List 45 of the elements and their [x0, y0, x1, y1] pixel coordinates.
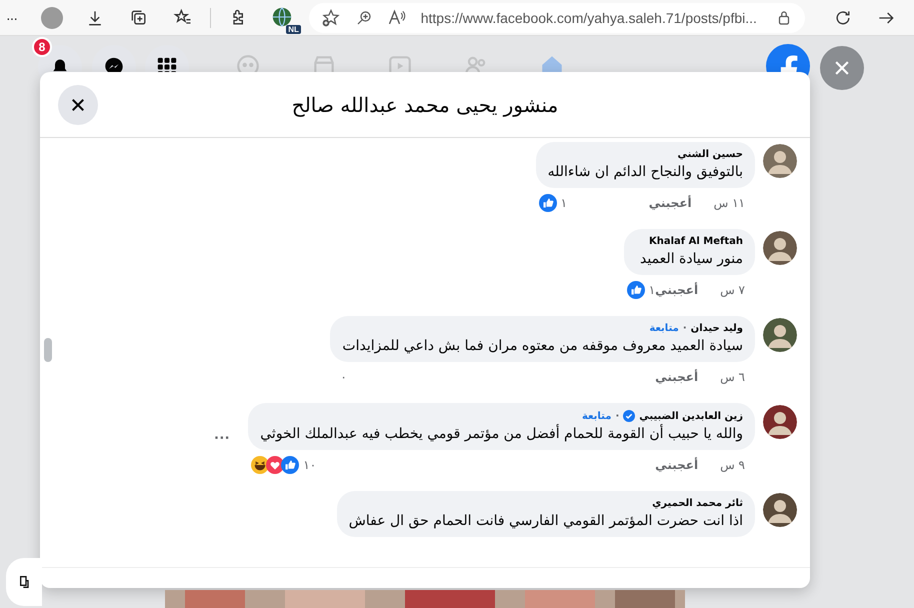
- more-options-button[interactable]: ···: [214, 430, 230, 448]
- commenter-name[interactable]: ثائر محمد الحميري: [652, 498, 743, 509]
- commenter-name[interactable]: وليد حيدان: [690, 323, 743, 334]
- reaction-count[interactable]: ١: [560, 196, 568, 210]
- commenter-name[interactable]: حسين الشني: [677, 149, 743, 160]
- comment-time[interactable]: ٩ س: [720, 458, 745, 472]
- add-favorite-icon[interactable]: [320, 8, 341, 28]
- like-link[interactable]: أعجبني: [655, 370, 698, 384]
- reaction-count[interactable]: ١٠: [303, 458, 316, 472]
- avatar[interactable]: [763, 318, 797, 352]
- comment-time[interactable]: ١١ س: [714, 196, 745, 210]
- like-icon: [538, 194, 557, 212]
- menu-button[interactable]: ···: [6, 10, 30, 26]
- commenter-name[interactable]: Khalaf Al Meftah: [648, 236, 743, 247]
- extension-badge: NL: [286, 24, 301, 34]
- globe-icon[interactable]: [270, 6, 293, 28]
- close-button[interactable]: [58, 84, 98, 124]
- like-link[interactable]: أعجبني: [655, 458, 698, 472]
- side-widget-button[interactable]: [6, 558, 42, 606]
- follow-link[interactable]: متابعة: [582, 410, 612, 422]
- reaction-count[interactable]: ١: [648, 283, 656, 297]
- like-icon: [281, 456, 300, 474]
- comment-time[interactable]: ٦ س: [720, 370, 745, 384]
- separator-dot: ·: [615, 410, 620, 422]
- comment-text: منور سيادة العميد: [639, 251, 743, 267]
- like-icon: [626, 281, 645, 299]
- scrollbar-thumb[interactable]: [44, 338, 52, 362]
- commenter-name[interactable]: زين العابدين الضبيبي: [639, 410, 743, 422]
- like-link[interactable]: أعجبني: [648, 196, 692, 210]
- comment-text: اذا انت حضرت المؤتمر القومي الفارسي فانت الحمام حق ال عفاش: [348, 513, 743, 529]
- profile-icon[interactable]: [40, 6, 63, 28]
- comment-time[interactable]: ٧ س: [720, 283, 745, 297]
- comment-text: بالتوفيق والنجاح الدائم ان شاءالله: [548, 164, 743, 180]
- avatar[interactable]: [763, 144, 797, 178]
- dialog-title: منشور يحيى محمد عبدالله صالح: [290, 92, 560, 116]
- avatar[interactable]: [763, 231, 797, 265]
- like-link[interactable]: أعجبني: [655, 283, 698, 297]
- reaction-count[interactable]: ٠: [340, 370, 347, 384]
- avatar[interactable]: [763, 493, 797, 527]
- avatar[interactable]: [763, 405, 797, 439]
- notification-badge: 8: [32, 37, 52, 57]
- separator-dot: ·: [682, 323, 687, 334]
- comment-text: والله يا حبيب أن القومة للحمام أفضل من مؤتمر قومي يخطب فيه عبدالملك الخوثي: [260, 426, 743, 442]
- comment-text: سيادة العميد معروف موقفه من معتوه مران فما بش داعي للمزايدات: [342, 338, 743, 354]
- follow-link[interactable]: متابعة: [649, 323, 679, 334]
